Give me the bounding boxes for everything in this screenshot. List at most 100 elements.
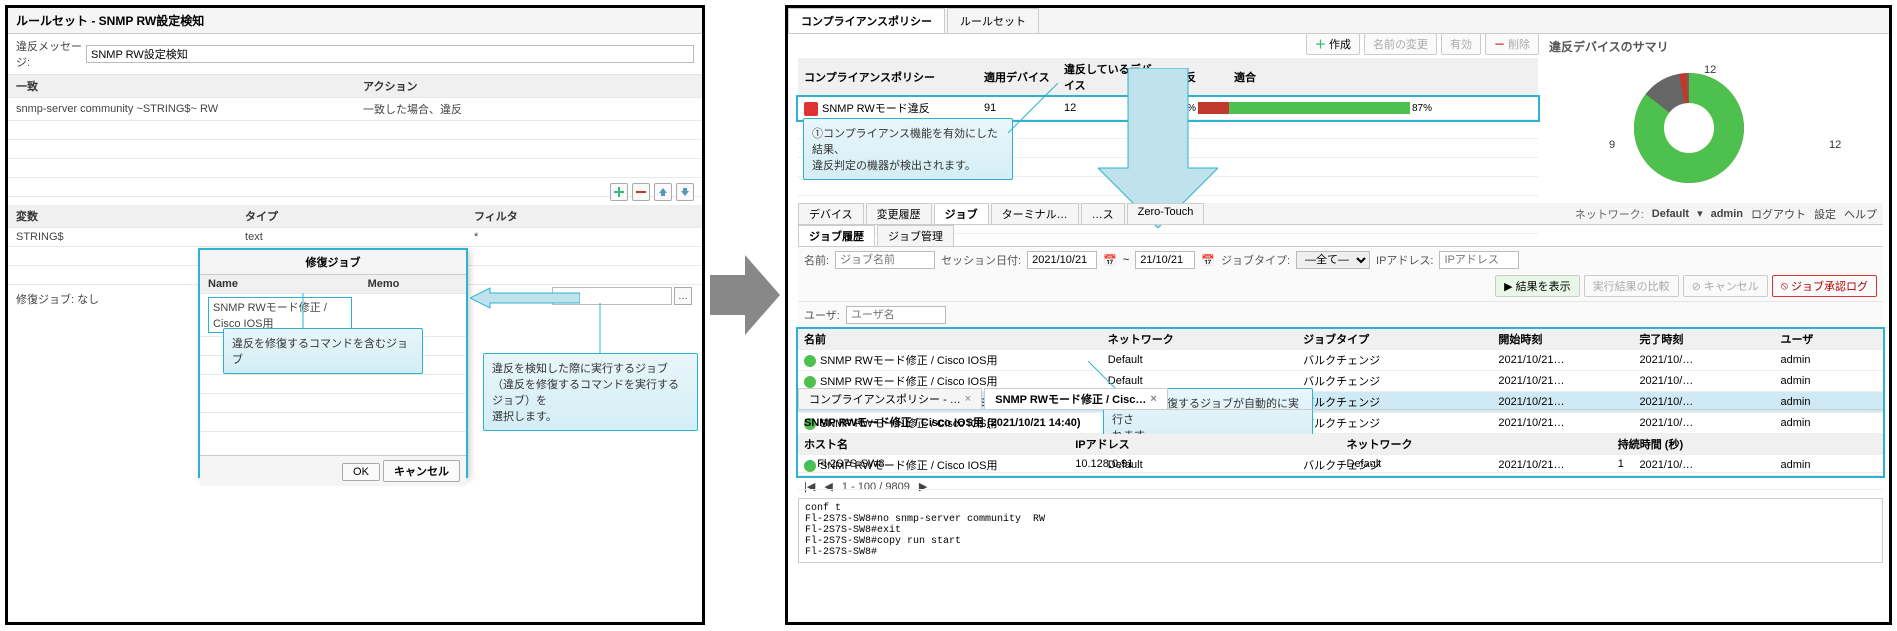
tab-ruleset[interactable]: ルールセット — [947, 8, 1039, 33]
tab-zerotouch[interactable]: Zero-Touch — [1127, 203, 1205, 224]
dur-cell: 1 — [1612, 455, 1883, 473]
job-row[interactable]: SNMP RWモード修正 / Cisco IOS用Defaultバルクチェンジ2… — [798, 350, 1883, 371]
col-var: 変数 — [8, 205, 237, 228]
fix-job-value: なし — [77, 294, 99, 306]
ip-input[interactable] — [1439, 251, 1519, 269]
add-row-button[interactable] — [610, 183, 628, 201]
callout-repair-job: 違反を修復するコマンドを含むジョブ — [223, 328, 423, 374]
chart-label-2: 12 — [1829, 139, 1841, 151]
name-input[interactable] — [835, 251, 935, 269]
dialog-title: 修復ジョブ — [200, 250, 466, 275]
tab-change-history[interactable]: 変更履歴 — [866, 203, 932, 224]
col-net: ネットワーク — [1341, 434, 1612, 455]
col-memo: Memo — [360, 275, 466, 294]
col-match: 一致 — [8, 75, 355, 98]
action-cell: 一致した場合、違反 — [355, 98, 702, 121]
plus-icon: ＋ — [1315, 36, 1326, 52]
col-dur: 持続時間 (秒) — [1612, 434, 1883, 455]
filter-bar: 名前: セッション日付: 📅 ~ 📅 ジョブタイプ: ―全て― IPアドレス: … — [798, 247, 1883, 302]
col-policy: コンプライアンスポリシー — [798, 58, 978, 97]
net-cell: Default — [1341, 455, 1612, 473]
tab-compliance-policy[interactable]: コンプライアンスポリシー — [788, 8, 945, 33]
tab-device[interactable]: デバイス — [798, 203, 864, 224]
callout-select-job: 違反を検知した際に実行するジョブ （違反を修復するコマンドを実行するジョブ）を … — [483, 353, 698, 431]
match-row[interactable]: snmp-server community ~STRING$~ RW 一致した場… — [8, 98, 702, 121]
check-icon — [804, 376, 816, 388]
rename-button[interactable]: 名前の変更 — [1364, 33, 1437, 55]
type-cell: text — [237, 228, 466, 247]
tab-job[interactable]: ジョブ — [934, 203, 989, 224]
col-network: ネットワーク — [1102, 329, 1297, 350]
play-icon: ▶ — [1504, 280, 1512, 293]
chart-label-3: 9 — [1609, 139, 1615, 151]
date-sep: ~ — [1123, 254, 1129, 266]
subtab-job-history[interactable]: ジョブ履歴 — [798, 225, 875, 246]
check-icon — [804, 355, 816, 367]
network-value[interactable]: Default — [1652, 208, 1689, 220]
callout-r1-l2: 違反判定の機器が検出されます。 — [812, 157, 1004, 173]
tab-terminal[interactable]: ターミナル… — [991, 203, 1079, 224]
down-row-button[interactable] — [676, 183, 694, 201]
up-row-button[interactable] — [654, 183, 672, 201]
date-to-input[interactable] — [1135, 251, 1195, 269]
calendar-icon[interactable]: 📅 — [1103, 254, 1117, 267]
enable-button[interactable]: 有効 — [1441, 33, 1481, 55]
filter-bar-2: ユーザ: — [798, 302, 1883, 329]
col-ip: IPアドレス — [1069, 434, 1340, 455]
approve-log-button[interactable]: ⦸ジョブ承認ログ — [1772, 275, 1877, 297]
callout2-l3: 選択します。 — [492, 408, 689, 424]
console-output: conf t Fl-2S7S-SW8#no snmp-server commun… — [798, 498, 1883, 563]
close-icon[interactable]: × — [1150, 393, 1156, 405]
name-label: 名前: — [804, 252, 829, 268]
match-table: 一致 アクション snmp-server community ~STRING$~… — [8, 75, 702, 197]
chevron-down-icon[interactable]: ▾ — [1697, 207, 1703, 220]
col-compliant: 適合 — [1228, 58, 1538, 97]
delete-button[interactable]: －削除 — [1485, 33, 1539, 55]
user-label: ユーザ: — [804, 307, 840, 323]
right-panel: コンプライアンスポリシー ルールセット ＋作成 名前の変更 有効 －削除 違反デ… — [785, 5, 1892, 625]
delete-row-button[interactable] — [632, 183, 650, 201]
ok-button[interactable]: OK — [342, 463, 380, 481]
callout2-l1: 違反を検知した際に実行するジョブ — [492, 360, 689, 376]
detail-table: ホスト名 IPアドレス ネットワーク 持続時間 (秒) ✔Fl-2S7S-SW8… — [798, 434, 1883, 490]
col-host: ホスト名 — [798, 434, 1069, 455]
col-user: ユーザ — [1774, 329, 1883, 350]
logout-link[interactable]: ログアウト — [1751, 206, 1806, 222]
left-arrow-icon — [470, 286, 580, 310]
detail-tab-job[interactable]: SNMP RWモード修正 / Cisc…× — [984, 388, 1168, 409]
jobtype-label: ジョブタイプ: — [1221, 252, 1290, 268]
user-input[interactable] — [846, 306, 946, 324]
create-button[interactable]: ＋作成 — [1306, 33, 1360, 55]
callout2-l2: （違反を修復するコマンドを実行するジョブ）を — [492, 376, 689, 408]
cancel-icon: ⊘ — [1692, 280, 1701, 293]
col-end: 完了時刻 — [1633, 329, 1774, 350]
detail-row[interactable]: ✔Fl-2S7S-SW8 10.128.0.91 Default 1 — [798, 455, 1883, 473]
subtab-job-manage[interactable]: ジョブ管理 — [877, 225, 954, 246]
close-icon[interactable]: × — [965, 393, 971, 405]
callout1-connector — [293, 293, 313, 328]
minus-icon: － — [1494, 36, 1505, 52]
violation-msg-input[interactable] — [86, 45, 694, 63]
date-from-input[interactable] — [1027, 251, 1097, 269]
settings-link[interactable]: 設定 — [1814, 206, 1836, 222]
policy-toolbar: ＋作成 名前の変更 有効 －削除 — [1306, 33, 1539, 55]
compare-button[interactable]: 実行結果の比較 — [1584, 275, 1679, 297]
bar-compliant — [1229, 102, 1410, 114]
help-link[interactable]: ヘルプ — [1844, 206, 1877, 222]
calendar-icon-2[interactable]: 📅 — [1201, 254, 1215, 267]
summary-chart: 12 12 9 — [1549, 58, 1879, 198]
callout-r2-connector — [1088, 361, 1118, 391]
filter-cell: * — [466, 228, 702, 247]
policy-name: SNMP RWモード違反 — [822, 103, 930, 115]
col-type: タイプ — [237, 205, 466, 228]
jobtype-select[interactable]: ―全て― — [1296, 251, 1370, 269]
stop-icon: ⦸ — [1781, 280, 1788, 293]
col-job-name: 名前 — [798, 329, 1102, 350]
detail-tab-policy[interactable]: コンプライアンスポリシー - …× — [798, 388, 982, 409]
fix-job-browse-button[interactable]: … — [674, 287, 692, 305]
show-results-button[interactable]: ▶結果を表示 — [1495, 275, 1579, 297]
cancel-button[interactable]: キャンセル — [383, 460, 460, 482]
var-row[interactable]: STRING$ text * — [8, 228, 702, 247]
tab-unknown[interactable]: …ス — [1081, 203, 1125, 224]
cancel-job-button[interactable]: ⊘キャンセル — [1683, 275, 1768, 297]
